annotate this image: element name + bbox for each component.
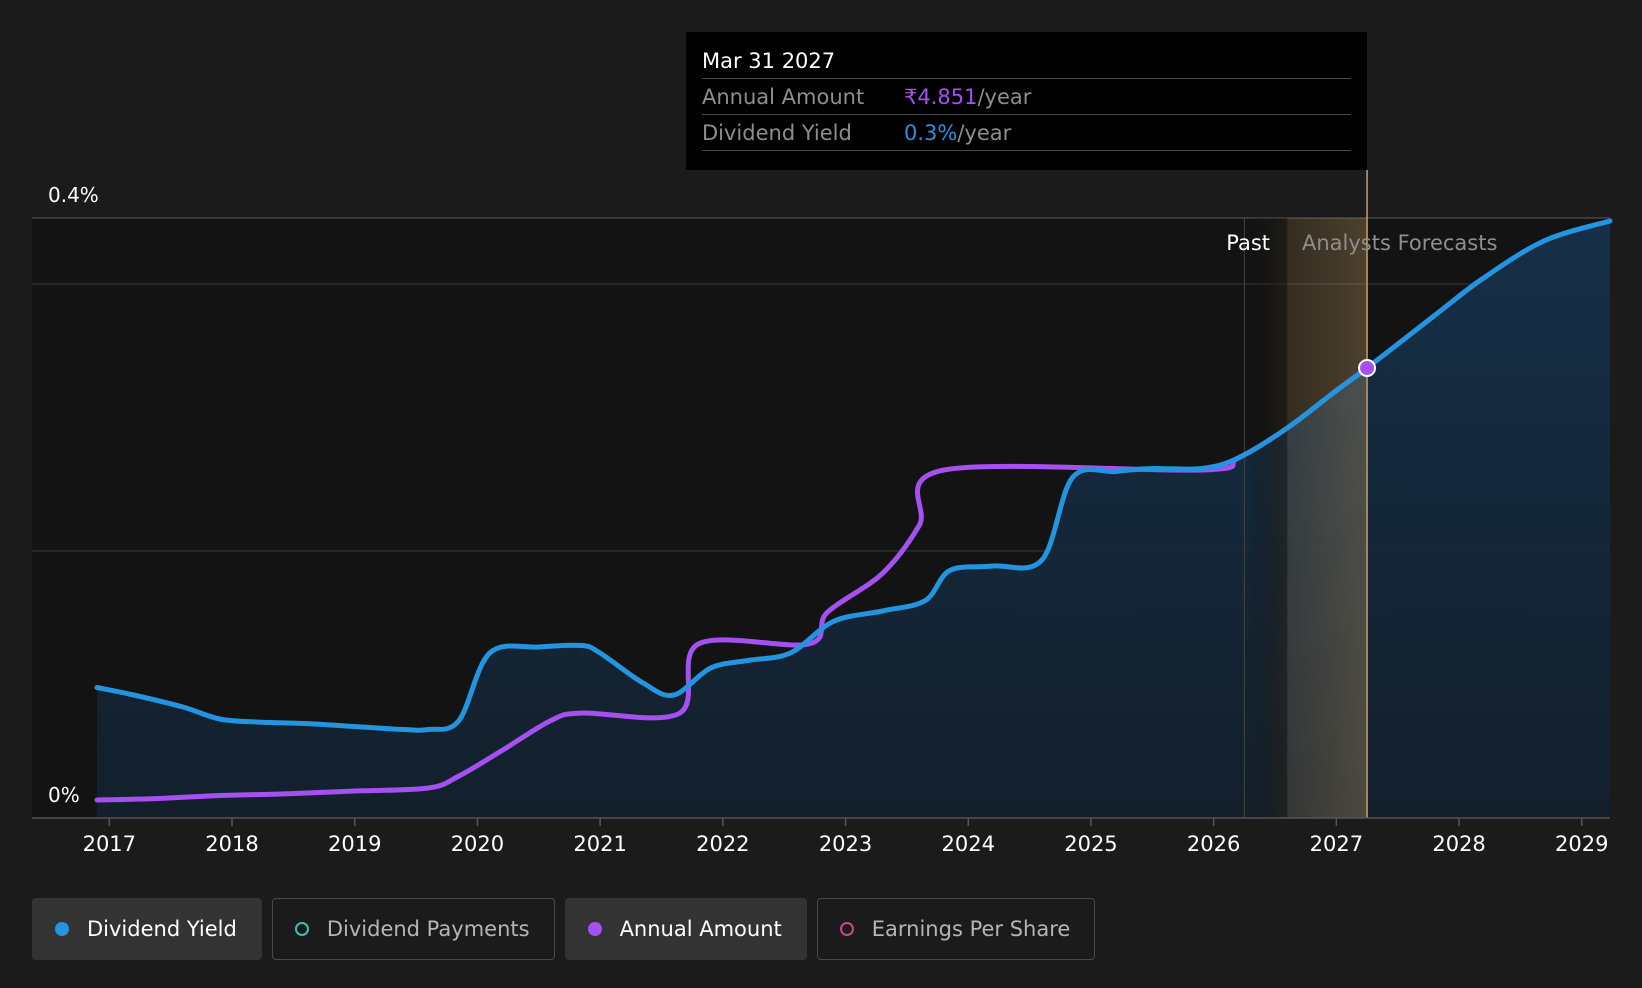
x-tick-label: 2029 [1555, 832, 1608, 856]
tooltip-label: Dividend Yield [702, 120, 852, 145]
legend-label: Dividend Yield [87, 917, 237, 941]
hover-tooltip: Mar 31 2027 Annual Amount ₹4.851/year Di… [686, 32, 1367, 170]
x-tick-label: 2020 [451, 832, 504, 856]
forecast-highlight-band [1287, 218, 1368, 818]
x-tick-label: 2023 [819, 832, 872, 856]
tooltip-row-annual-amount: Annual Amount ₹4.851/year [702, 79, 1351, 115]
tooltip-value: 0.3% [904, 120, 958, 145]
legend-label: Annual Amount [619, 917, 782, 941]
tooltip-unit: /year [957, 120, 1012, 145]
x-tick-label: 2022 [696, 832, 749, 856]
x-tick-label: 2025 [1064, 832, 1117, 856]
legend-item-dividend-yield[interactable]: Dividend Yield [32, 898, 262, 960]
tooltip-unit: /year [977, 84, 1032, 109]
past-label: Past [1226, 231, 1270, 255]
legend-item-annual-amount[interactable]: Annual Amount [564, 898, 807, 960]
tooltip-row-dividend-yield: Dividend Yield 0.3%/year [702, 115, 1351, 151]
legend-dot-icon [839, 922, 854, 936]
chart-legend: Dividend Yield Dividend Payments Annual … [32, 898, 1096, 960]
legend-item-earnings-per-share[interactable]: Earnings Per Share [816, 898, 1096, 960]
tooltip-date: Mar 31 2027 [702, 32, 1351, 79]
x-tick-label: 2028 [1432, 832, 1485, 856]
x-axis-ticks: 2017 2018 2019 2020 2021 2022 2023 2024 2025 2026… [83, 818, 1609, 856]
past-region-band [1244, 218, 1288, 818]
tooltip-label: Annual Amount [702, 84, 865, 109]
legend-dot-icon [294, 922, 309, 936]
legend-dot-icon [587, 922, 602, 936]
x-tick-label: 2027 [1310, 832, 1363, 856]
x-tick-label: 2018 [205, 832, 258, 856]
x-tick-label: 2021 [573, 832, 626, 856]
tooltip-value: ₹4.851 [904, 84, 978, 109]
x-tick-label: 2024 [942, 832, 995, 856]
x-tick-label: 2017 [83, 832, 136, 856]
x-tick-label: 2019 [328, 832, 381, 856]
forecast-label: Analysts Forecasts [1302, 231, 1497, 255]
legend-dot-icon [55, 922, 69, 936]
x-tick-label: 2026 [1187, 832, 1240, 856]
legend-label: Earnings Per Share [871, 917, 1071, 941]
legend-item-dividend-payments[interactable]: Dividend Payments [271, 898, 555, 960]
highlight-point[interactable] [1358, 359, 1377, 377]
y-tick-bottom: 0% [48, 783, 80, 807]
y-tick-top: 0.4% [48, 183, 99, 207]
legend-label: Dividend Payments [326, 917, 530, 941]
